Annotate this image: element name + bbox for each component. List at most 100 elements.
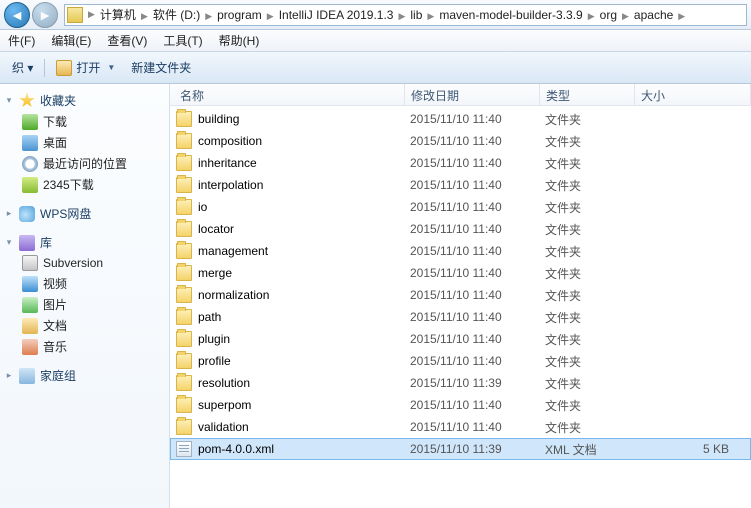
file-name: superpom [198, 398, 410, 412]
folder-icon [176, 419, 192, 435]
library-icon [19, 235, 35, 251]
chevron-right-icon[interactable]: ▶ [621, 11, 630, 21]
folder-icon [176, 397, 192, 413]
file-name: normalization [198, 288, 410, 302]
menu-edit[interactable]: 编辑(E) [43, 30, 99, 51]
video-icon [22, 276, 38, 292]
file-name: resolution [198, 376, 410, 390]
breadcrumb-segment[interactable]: program [213, 8, 266, 22]
file-row[interactable]: locator2015/11/10 11:40文件夹 [170, 218, 751, 240]
chevron-right-icon[interactable]: ▶ [426, 11, 435, 21]
file-name: plugin [198, 332, 410, 346]
chevron-down-icon: ▾ [4, 95, 14, 106]
breadcrumb-segment[interactable]: 计算机 [96, 8, 140, 22]
file-row[interactable]: validation2015/11/10 11:40文件夹 [170, 416, 751, 438]
sidebar-libraries[interactable]: ▾库 [0, 232, 169, 253]
column-name[interactable]: 名称 [170, 84, 405, 105]
chevron-right-icon[interactable]: ▶ [204, 11, 213, 21]
chevron-right-icon[interactable]: ▶ [140, 11, 149, 21]
breadcrumb-segment[interactable]: lib [406, 8, 426, 22]
file-type: 2015/11/10 11:40 [410, 354, 545, 368]
sidebar-item-music[interactable]: 音乐 [0, 336, 169, 357]
breadcrumb-segment[interactable]: apache [630, 8, 677, 22]
column-size[interactable]: 大小 [635, 84, 751, 105]
file-type: 2015/11/10 11:40 [410, 156, 545, 170]
menu-help[interactable]: 帮助(H) [211, 30, 268, 51]
file-type: 2015/11/10 11:40 [410, 288, 545, 302]
organize-button[interactable]: 织 ▾ [4, 55, 41, 80]
sidebar-item-documents[interactable]: 文档 [0, 315, 169, 336]
file-type: 2015/11/10 11:40 [410, 420, 545, 434]
file-row[interactable]: interpolation2015/11/10 11:40文件夹 [170, 174, 751, 196]
file-row[interactable]: composition2015/11/10 11:40文件夹 [170, 130, 751, 152]
new-folder-button[interactable]: 新建文件夹 [123, 55, 199, 80]
breadcrumb-segment[interactable]: maven-model-builder-3.3.9 [435, 8, 586, 22]
document-icon [22, 318, 38, 334]
chevron-right-icon[interactable]: ▶ [266, 11, 275, 21]
sidebar-item-pictures[interactable]: 图片 [0, 294, 169, 315]
file-name: path [198, 310, 410, 324]
folder-icon [176, 309, 192, 325]
open-button[interactable]: 打开 ▼ [48, 55, 123, 80]
download-icon [22, 114, 38, 130]
sidebar-homegroup[interactable]: ▸家庭组 [0, 365, 169, 386]
sidebar-item-svn[interactable]: Subversion [0, 253, 169, 273]
folder-icon [176, 199, 192, 215]
file-row[interactable]: io2015/11/10 11:40文件夹 [170, 196, 751, 218]
forward-button[interactable]: ► [32, 2, 58, 28]
breadcrumb-segment[interactable]: IntelliJ IDEA 2019.1.3 [275, 8, 398, 22]
file-row[interactable]: management2015/11/10 11:40文件夹 [170, 240, 751, 262]
chevron-right-icon[interactable]: ▶ [677, 11, 686, 21]
breadcrumb[interactable]: ▶ 计算机▶软件 (D:)▶program▶IntelliJ IDEA 2019… [64, 4, 747, 26]
file-type: 2015/11/10 11:40 [410, 332, 545, 346]
column-type[interactable]: 类型 [540, 84, 635, 105]
column-date[interactable]: 修改日期 [405, 84, 540, 105]
folder-icon [176, 177, 192, 193]
sidebar-favorites[interactable]: ▾收藏夹 [0, 90, 169, 111]
menu-tools[interactable]: 工具(T) [155, 30, 210, 51]
sidebar-item-2345[interactable]: 2345下载 [0, 174, 169, 195]
menu-file[interactable]: 件(F) [0, 30, 43, 51]
file-type: 2015/11/10 11:40 [410, 134, 545, 148]
back-button[interactable]: ◄ [4, 2, 30, 28]
folder-icon [176, 331, 192, 347]
file-row[interactable]: normalization2015/11/10 11:40文件夹 [170, 284, 751, 306]
file-type: 2015/11/10 11:40 [410, 310, 545, 324]
file-type: 2015/11/10 11:40 [410, 398, 545, 412]
menu-bar: 件(F) 编辑(E) 查看(V) 工具(T) 帮助(H) [0, 30, 751, 52]
folder-icon [176, 155, 192, 171]
file-type: 2015/11/10 11:40 [410, 178, 545, 192]
breadcrumb-segment[interactable]: org [596, 8, 621, 22]
sidebar-item-desktop[interactable]: 桌面 [0, 132, 169, 153]
file-row[interactable]: resolution2015/11/10 11:39文件夹 [170, 372, 751, 394]
file-row[interactable]: pom-4.0.0.xml2015/11/10 11:39XML 文档5 KB [170, 438, 751, 460]
file-name: management [198, 244, 410, 258]
chevron-right-icon[interactable]: ▶ [87, 9, 96, 20]
sidebar-wps[interactable]: ▸WPS网盘 [0, 203, 169, 224]
file-row[interactable]: building2015/11/10 11:40文件夹 [170, 108, 751, 130]
picture-icon [22, 297, 38, 313]
sidebar-item-video[interactable]: 视频 [0, 273, 169, 294]
file-type: 2015/11/10 11:40 [410, 244, 545, 258]
file-row[interactable]: inheritance2015/11/10 11:40文件夹 [170, 152, 751, 174]
file-row[interactable]: plugin2015/11/10 11:40文件夹 [170, 328, 751, 350]
chevron-right-icon[interactable]: ▶ [587, 11, 596, 21]
file-name: locator [198, 222, 410, 236]
file-row[interactable]: profile2015/11/10 11:40文件夹 [170, 350, 751, 372]
menu-view[interactable]: 查看(V) [99, 30, 155, 51]
file-name: pom-4.0.0.xml [198, 442, 410, 456]
sidebar-item-downloads[interactable]: 下载 [0, 111, 169, 132]
breadcrumb-segment[interactable]: 软件 (D:) [149, 8, 204, 22]
file-row[interactable]: path2015/11/10 11:40文件夹 [170, 306, 751, 328]
folder-icon [67, 7, 83, 23]
file-name: profile [198, 354, 410, 368]
folder-icon [176, 353, 192, 369]
download-icon [22, 177, 38, 193]
file-name: merge [198, 266, 410, 280]
file-row[interactable]: merge2015/11/10 11:40文件夹 [170, 262, 751, 284]
file-size: 5 KB [640, 442, 751, 456]
file-list: 名称 修改日期 类型 大小 building2015/11/10 11:40文件… [170, 84, 751, 508]
folder-icon [176, 111, 192, 127]
file-row[interactable]: superpom2015/11/10 11:40文件夹 [170, 394, 751, 416]
sidebar-item-recent[interactable]: 最近访问的位置 [0, 153, 169, 174]
